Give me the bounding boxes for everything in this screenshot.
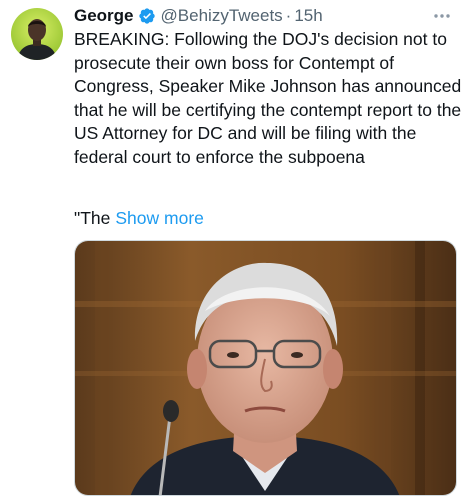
truncated-text: "The xyxy=(74,208,111,228)
author-handle[interactable]: @BehizyTweets xyxy=(161,5,283,27)
show-more-link[interactable]: Show more xyxy=(115,208,204,228)
more-options-icon xyxy=(434,14,450,18)
tweet-text: BREAKING: Following the DOJ's decision n… xyxy=(74,29,467,167)
tweet-card[interactable]: George @BehizyTweets · 15h BREAKING: Fol… xyxy=(0,0,468,500)
tweet-photo[interactable] xyxy=(74,240,457,496)
profile-avatar-icon xyxy=(11,8,63,60)
photo-image xyxy=(75,241,456,495)
tweet-text-continuation: "The Show more xyxy=(74,207,204,231)
more-options-button[interactable] xyxy=(428,7,456,25)
tweet-timestamp[interactable]: 15h xyxy=(294,5,322,27)
tweet-header: George @BehizyTweets · 15h xyxy=(74,5,323,27)
verified-badge-icon xyxy=(138,7,156,25)
separator-dot: · xyxy=(285,6,292,25)
avatar[interactable] xyxy=(11,8,63,60)
author-display-name[interactable]: George xyxy=(74,5,134,27)
